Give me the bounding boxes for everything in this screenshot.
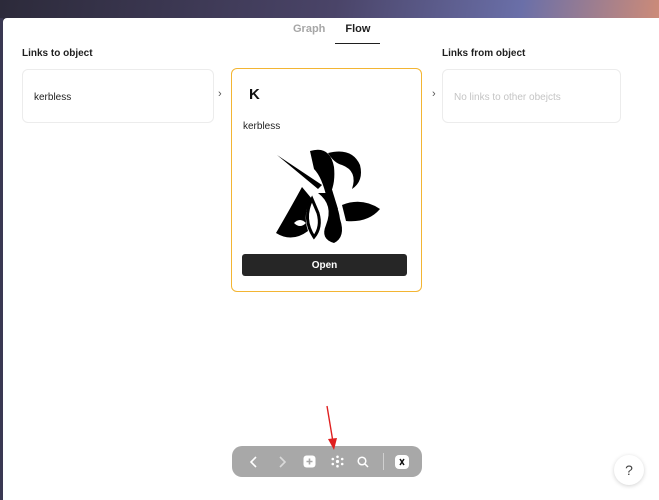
object-artwork: [276, 149, 380, 243]
links-from-title: Links from object: [442, 48, 526, 59]
current-object-card: K kerbless Open: [231, 68, 422, 292]
space-icon[interactable]: [391, 446, 413, 477]
links-to-title: Links to object: [22, 48, 93, 59]
back-icon[interactable]: [243, 446, 265, 477]
tab-flow[interactable]: Flow: [335, 18, 381, 44]
chevron-right-icon: ›: [432, 88, 436, 100]
annotation-arrow-icon: [326, 405, 337, 450]
toolbar-divider: [383, 453, 384, 470]
empty-links-text: No links to other obejcts: [454, 92, 561, 103]
link-to-card[interactable]: kerbless: [22, 69, 214, 123]
object-type-icon: K: [249, 86, 260, 103]
view-tabs: Graph Flow: [283, 18, 381, 44]
link-to-label: kerbless: [34, 92, 72, 103]
tab-graph[interactable]: Graph: [283, 18, 335, 43]
plus-icon[interactable]: [298, 446, 320, 477]
chevron-right-icon: ›: [218, 88, 222, 100]
links-from-card: No links to other obejcts: [442, 69, 621, 123]
forward-icon[interactable]: [271, 446, 293, 477]
search-icon[interactable]: [352, 446, 374, 477]
object-title: kerbless: [243, 121, 281, 132]
open-button[interactable]: Open: [242, 254, 407, 276]
help-button[interactable]: ?: [614, 455, 644, 485]
